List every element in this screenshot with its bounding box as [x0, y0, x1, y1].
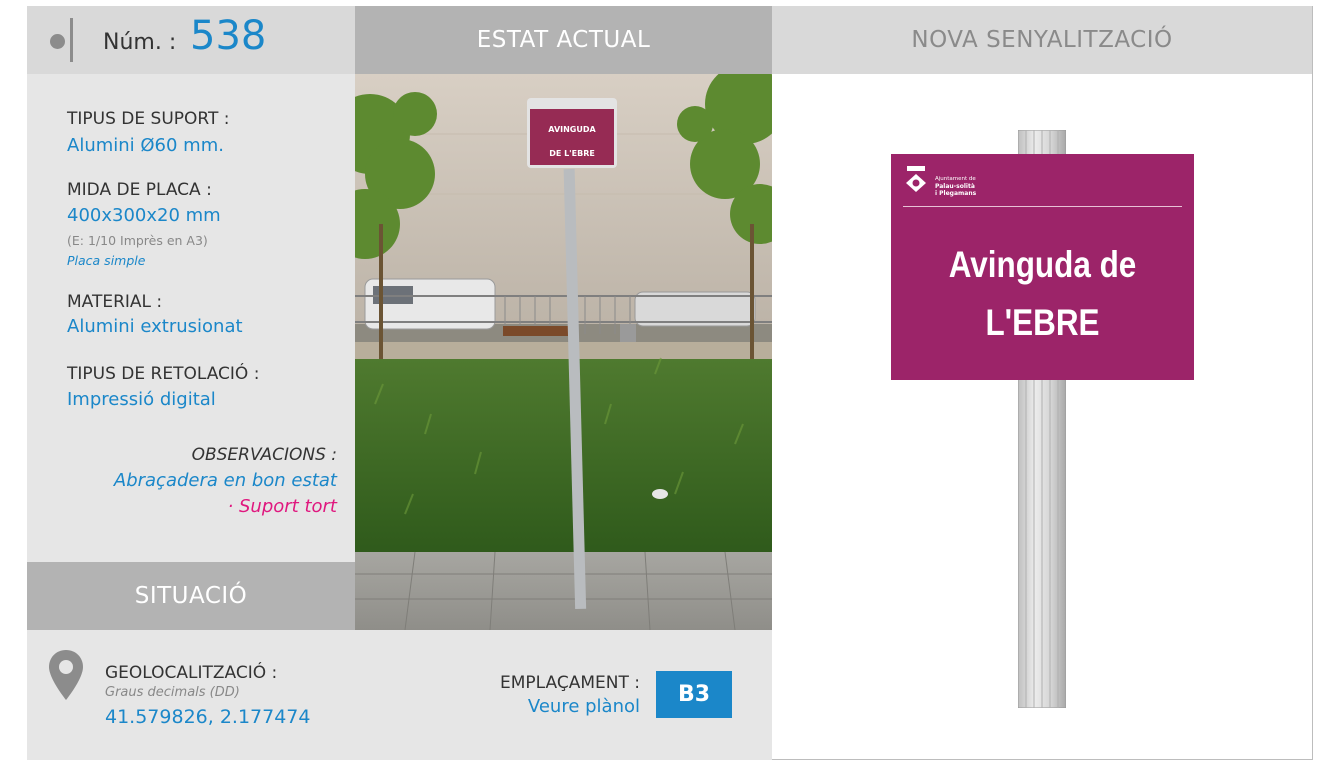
support-type-value: Alumini Ø60 mm.: [67, 135, 224, 156]
location-code-badge[interactable]: B3: [656, 671, 732, 718]
sign-divider: [903, 206, 1182, 207]
geolocation-value: 41.579826, 2.177474: [105, 706, 311, 728]
plate-type-note: Placa simple: [67, 253, 146, 268]
map-pin-icon: [49, 650, 83, 700]
location-label: EMPLAÇAMENT :: [500, 673, 640, 693]
plate-size-label: MIDA DE PLACA :: [67, 180, 212, 200]
org-line-1: Ajuntament de: [935, 176, 976, 182]
current-state-photo: AVINGUDA DE L'EBRE: [355, 74, 772, 630]
geolocation-label: GEOLOCALITZACIÓ :: [105, 663, 278, 683]
observations-ok: Abraçadera en bon estat: [113, 470, 337, 491]
old-sign-text-1: AVINGUDA: [548, 125, 596, 134]
street-photo-illustration: AVINGUDA DE L'EBRE: [355, 74, 772, 630]
new-sign-plate: Ajuntament de Palau-solità i Plegamans A…: [891, 154, 1194, 380]
org-line-2: Palau-solità: [935, 183, 975, 190]
plate-size-value: 400x300x20 mm: [67, 205, 221, 226]
header-current-state: ESTAT ACTUAL: [355, 6, 772, 74]
bullet-dot-icon: [50, 34, 65, 49]
lettering-type-value: Impressió digital: [67, 389, 216, 410]
old-sign-text-2: DE L'EBRE: [549, 149, 595, 158]
municipal-crest-icon: [905, 166, 927, 194]
divider-bar: [70, 18, 73, 62]
material-value: Alumini extrusionat: [67, 316, 243, 337]
support-type-label: TIPUS DE SUPORT :: [67, 109, 230, 129]
org-line-3: i Plegamans: [935, 190, 977, 197]
plate-scale-note: (E: 1/10 Imprès en A3): [67, 233, 208, 248]
observations-issue: · Suport tort: [227, 496, 337, 517]
number-label: Núm. :: [103, 30, 177, 55]
material-label: MATERIAL :: [67, 292, 163, 312]
sign-line-1: Avinguda de: [948, 244, 1137, 285]
lettering-type-label: TIPUS DE RETOLACIÓ :: [67, 364, 260, 384]
situation-header: SITUACIÓ: [27, 562, 355, 630]
header-new-signage: NOVA SENYALITZACIÓ: [772, 6, 1312, 74]
observations-label: OBSERVACIONS :: [191, 445, 337, 465]
geolocation-format: Graus decimals (DD): [105, 685, 240, 700]
number-value: 538: [190, 13, 267, 59]
view-map-link[interactable]: Veure plànol: [528, 696, 640, 717]
sign-line-2: L'EBRE: [985, 302, 1100, 343]
